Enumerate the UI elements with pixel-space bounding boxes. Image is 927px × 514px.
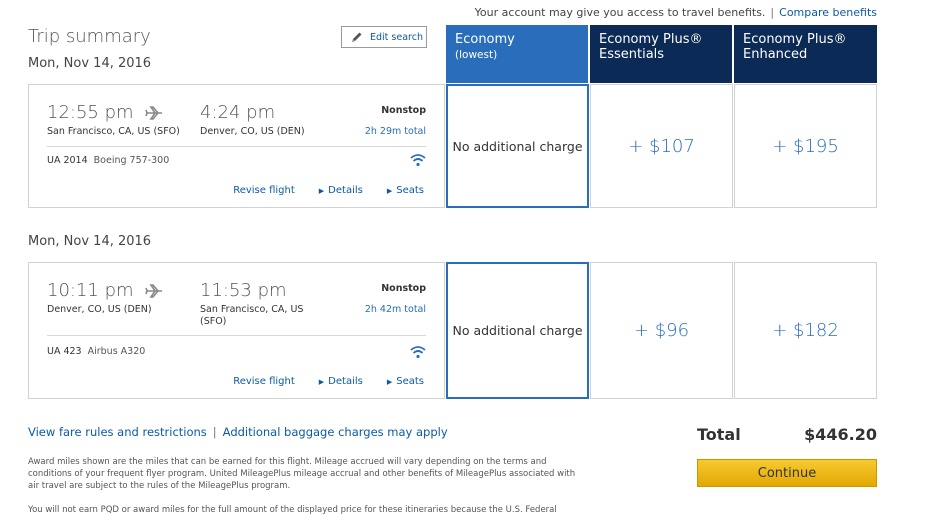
cabin-sub: Enhanced bbox=[743, 47, 808, 62]
details-label: Details bbox=[328, 185, 363, 196]
price-plus-essentials-flight-1[interactable]: + $107 bbox=[590, 84, 733, 208]
price-plus-essentials-flight-2[interactable]: + $96 bbox=[590, 262, 733, 399]
edit-search-button[interactable]: Edit search bbox=[341, 26, 427, 48]
aircraft-type: Boeing 757-300 bbox=[93, 155, 170, 166]
flight-links: Revise flight ▶ Details ▶ Seats bbox=[233, 376, 424, 387]
card-divider bbox=[47, 146, 426, 147]
notice-separator: | bbox=[770, 6, 775, 19]
price-label: + $195 bbox=[772, 135, 839, 157]
page-title: Trip summary bbox=[28, 26, 151, 47]
price-economy-flight-1[interactable]: No additional charge bbox=[446, 84, 589, 208]
pqd-disclaimer: You will not earn PQD or award miles for… bbox=[28, 505, 557, 514]
flight-info: UA 2014 Boeing 757-300 bbox=[47, 155, 169, 166]
continue-button[interactable]: Continue bbox=[697, 459, 877, 487]
total-label: Total bbox=[697, 425, 741, 444]
details-label: Details bbox=[328, 376, 363, 387]
details-link[interactable]: ▶ Details bbox=[319, 376, 363, 387]
cabin-sub: Essentials bbox=[599, 47, 665, 62]
flight-date: Mon, Nov 14, 2016 bbox=[28, 234, 152, 249]
links-separator: | bbox=[212, 425, 217, 439]
airplane-icon bbox=[145, 283, 163, 298]
card-divider bbox=[47, 335, 426, 336]
baggage-charges-link[interactable]: Additional baggage charges may apply bbox=[223, 425, 448, 439]
arrive-city: Denver, CO, US (DEN) bbox=[200, 126, 305, 137]
cabin-header-plus-essentials: Economy Plus® Essentials bbox=[590, 25, 732, 83]
wifi-icon bbox=[410, 344, 426, 359]
compare-benefits-link[interactable]: Compare benefits bbox=[779, 6, 877, 19]
fare-rules-link[interactable]: View fare rules and restrictions bbox=[28, 425, 207, 439]
depart-city: San Francisco, CA, US (SFO) bbox=[47, 126, 180, 137]
price-label: No additional charge bbox=[452, 138, 583, 154]
depart-time: 10:11 pm bbox=[47, 280, 134, 301]
cabin-name: Economy bbox=[455, 32, 515, 47]
caret-right-icon: ▶ bbox=[386, 187, 393, 195]
flight-number: UA 423 bbox=[47, 346, 82, 357]
price-economy-flight-2[interactable]: No additional charge bbox=[446, 262, 589, 399]
price-plus-enhanced-flight-2[interactable]: + $182 bbox=[734, 262, 877, 399]
flight-number: UA 2014 bbox=[47, 155, 88, 166]
caret-right-icon: ▶ bbox=[318, 378, 325, 386]
price-label: + $107 bbox=[628, 135, 695, 157]
seats-label: Seats bbox=[396, 376, 424, 387]
stops-label: Nonstop bbox=[381, 283, 426, 294]
revise-flight-link[interactable]: Revise flight bbox=[233, 185, 295, 196]
wifi-icon bbox=[410, 152, 426, 167]
cabin-header-plus-enhanced: Economy Plus® Enhanced bbox=[734, 25, 877, 83]
aircraft-type: Airbus A320 bbox=[87, 346, 146, 357]
depart-time: 12:55 pm bbox=[47, 102, 134, 123]
benefits-notice-text: Your account may give you access to trav… bbox=[474, 6, 766, 19]
arrive-time: 11:53 pm bbox=[200, 280, 287, 301]
fare-links: View fare rules and restrictions | Additio… bbox=[28, 425, 448, 439]
duration-label: 2h 42m total bbox=[364, 304, 426, 315]
airplane-icon bbox=[145, 105, 163, 120]
flight-date: Mon, Nov 14, 2016 bbox=[28, 56, 152, 71]
arrive-time: 4:24 pm bbox=[200, 102, 276, 123]
cabin-sub: (lowest) bbox=[455, 49, 498, 61]
details-link[interactable]: ▶ Details bbox=[319, 185, 363, 196]
revise-flight-link[interactable]: Revise flight bbox=[233, 376, 295, 387]
depart-city: Denver, CO, US (DEN) bbox=[47, 304, 152, 315]
price-label: + $96 bbox=[633, 320, 690, 341]
caret-right-icon: ▶ bbox=[386, 378, 393, 386]
stops-label: Nonstop bbox=[381, 105, 426, 116]
flight-card-2: 10:11 pm 11:53 pm Denver, CO, US (DEN) S… bbox=[28, 262, 445, 399]
seats-label: Seats bbox=[396, 185, 424, 196]
flight-info: UA 423 Airbus A320 bbox=[47, 346, 145, 357]
total-amount: $446.20 bbox=[804, 425, 877, 444]
price-label: + $182 bbox=[772, 320, 839, 341]
award-miles-disclaimer: Award miles shown are the miles that can… bbox=[28, 457, 576, 491]
flight-links: Revise flight ▶ Details ▶ Seats bbox=[233, 185, 424, 196]
cabin-name: Economy Plus® bbox=[743, 32, 847, 47]
arrive-city: San Francisco, CA, US (SFO) bbox=[200, 304, 304, 327]
duration-label: 2h 29m total bbox=[364, 126, 426, 137]
seats-link[interactable]: ▶ Seats bbox=[387, 185, 424, 196]
edit-search-label: Edit search bbox=[370, 31, 423, 43]
cabin-name: Economy Plus® bbox=[599, 32, 703, 47]
price-label: No additional charge bbox=[452, 323, 583, 338]
benefits-notice: Your account may give you access to trav… bbox=[475, 6, 877, 19]
caret-right-icon: ▶ bbox=[318, 187, 325, 195]
pencil-icon bbox=[350, 30, 364, 44]
seats-link[interactable]: ▶ Seats bbox=[387, 376, 424, 387]
cabin-header-economy: Economy (lowest) bbox=[446, 25, 588, 83]
price-plus-enhanced-flight-1[interactable]: + $195 bbox=[734, 84, 877, 208]
flight-card-1: 12:55 pm 4:24 pm San Francisco, CA, US (… bbox=[28, 84, 445, 208]
